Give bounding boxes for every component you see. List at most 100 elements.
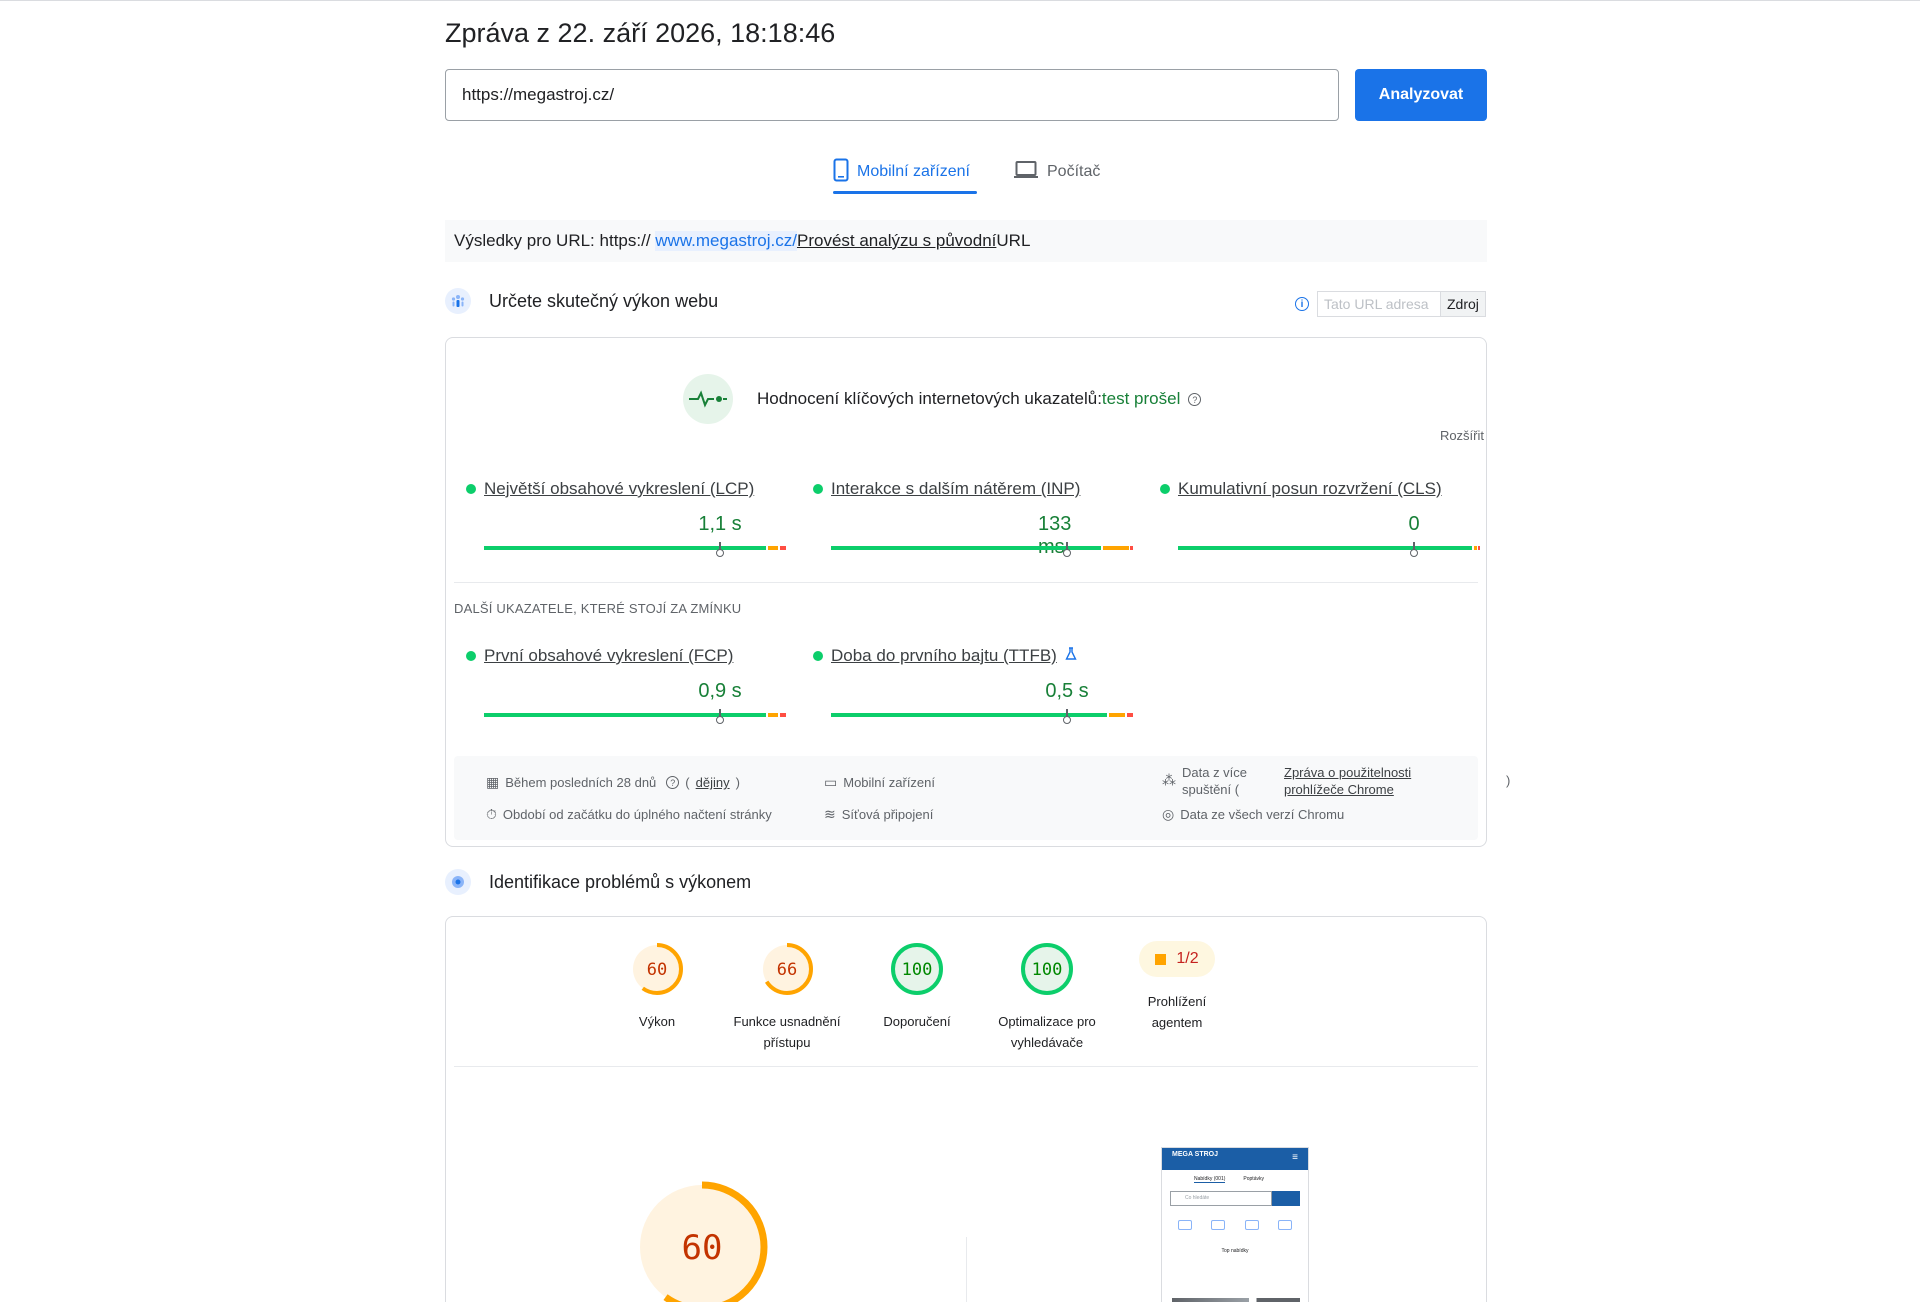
tab-desktop-label: Počítač [1047,163,1101,180]
results-url-bar: Výsledky pro URL: https:// www.megastroj… [445,220,1487,262]
average-square-icon [1155,953,1167,965]
preview-tab-requests: Poptávky [1243,1176,1264,1182]
top-border [0,0,1920,1]
tab-mobile[interactable]: Mobilní zařízení [833,150,970,194]
cwv-label: Hodnocení klíčových internetových ukazat… [757,389,1102,408]
gauge-best-practices[interactable]: 100 Doporučení [852,941,982,1032]
gauge-best-practices-score: 100 [902,960,933,980]
reanalyze-original-link[interactable]: Provést analýzu s původní [797,231,996,251]
period-text: Během posledních 28 dnů [505,775,657,790]
gauge-performance-label: Výkon [638,1014,676,1029]
source-url-option[interactable]: Tato URL adresa [1318,292,1440,316]
cwv-assessment-text: Hodnocení klíčových internetových ukazat… [757,389,1202,409]
metric-cls-bar [1178,546,1480,550]
field-data-card: Hodnocení klíčových internetových ukazat… [445,337,1510,847]
network-text: Síťová připojení [841,807,934,822]
chrome-ux-report-link[interactable]: Zpráva o použitelnosti prohlížeče Chrome [1284,764,1444,798]
help-icon[interactable]: ? [1188,393,1202,407]
agent-browsing[interactable]: 1/2 Prohlížení agentem [1112,917,1242,1033]
pass-dot-icon [466,651,476,661]
results-suffix: URL [996,231,1031,250]
lab-section-title: Identifikace problémů s výkonem [489,871,752,892]
history-link[interactable]: dějiny [696,775,730,790]
metric-cls-marker [1410,542,1418,557]
metric-fcp-marker [716,709,724,724]
tractor-icon [1244,1220,1259,1230]
gauge-performance-score: 60 [647,960,667,980]
metric-fcp-value: 0,9 s [698,680,742,702]
source-switch[interactable]: Tato URL adresa Zdroj [1317,291,1486,317]
machine-icon [1278,1220,1293,1230]
metric-ttfb-bar [831,713,1133,717]
gauge-accessibility[interactable]: 66 Funkce usnadnění přístupu [722,941,852,1053]
metric-lcp-name[interactable]: Největší obsahové vykreslení (LCP) [484,479,754,499]
metric-ttfb: Doba do prvního bajtu (TTFB) 0,5 s [813,646,1133,724]
metric-ttfb-name[interactable]: Doba do prvního bajtu (TTFB) [831,646,1057,666]
metric-inp: Interakce s dalším nátěrem (INP) 133 ms [813,479,1133,558]
pass-dot-icon [813,484,823,494]
help-icon[interactable]: ? [666,776,680,789]
tab-mobile-label: Mobilní zařízení [857,163,970,180]
vertical-divider [966,1237,967,1302]
tab-desktop[interactable]: Počítač [1013,150,1100,194]
tools-icon [1211,1220,1226,1230]
metric-cls: Kumulativní posun rozvržení (CLS) 0 [1160,479,1480,557]
pulse-icon [683,374,733,424]
device-tabs: Mobilní zařízení Počítač [445,150,1487,195]
results-scheme: https:// [599,231,651,250]
preview-brand: MEGA STROJ [1172,1151,1219,1158]
wifi-icon: ≋ [824,806,836,822]
active-tab-indicator [833,191,977,194]
people-icon [445,288,471,314]
info-icon[interactable]: i [1295,297,1309,311]
source-toggle: i Tato URL adresa Zdroj [1295,291,1486,317]
big-gauge-score: 60 [682,1228,723,1268]
field-data-info: ▦ Během posledních 28 dnů ? (dějiny) ⏱ O… [454,756,1510,840]
cwv-status: test prošel [1101,389,1181,408]
stopwatch-icon: ⏱ [486,806,497,822]
agent-browsing-pill: 1/2 [1139,941,1215,977]
metric-ttfb-marker [1063,709,1071,724]
phone-icon [833,158,849,187]
hamburger-icon: ≡ [1292,1152,1298,1163]
metric-inp-name[interactable]: Interakce s dalším nátěrem (INP) [831,479,1080,499]
analyze-button[interactable]: Analyzovat [1355,69,1487,121]
lab-data-card: 60 Výkon 66 Funkce usnadnění přístupu 10… [445,916,1487,1302]
gauge-accessibility-score: 66 [777,960,797,980]
gauge-seo[interactable]: 100 Optimalizace pro vyhledávače [982,941,1112,1053]
chrome-icon: ◎ [1162,806,1175,822]
metric-inp-marker [1063,542,1071,557]
gauge-accessibility-label: Funkce usnadnění přístupu [733,1014,841,1050]
metric-lcp-marker [716,542,724,557]
results-prefix: Výsledky pro URL: [454,231,595,250]
metric-fcp-bar [484,713,786,717]
source-origin-option[interactable]: Zdroj [1440,292,1485,316]
metric-lcp-value: 1,1 s [698,513,742,535]
metric-cls-name[interactable]: Kumulativní posun rozvržení (CLS) [1178,479,1442,499]
gauge-seo-score: 100 [1032,960,1063,980]
preview-section-title: Top nabídky [1221,1248,1249,1254]
metric-inp-bar [831,546,1133,550]
versions-text: Data ze všech verzí Chromu [1180,807,1345,822]
lab-section-header: Identifikace problémů s výkonem [445,869,751,895]
url-input[interactable] [445,69,1339,121]
gauge-seo-label: Optimalizace pro vyhledávače [998,1014,1096,1050]
metric-fcp-name[interactable]: První obsahové vykreslení (FCP) [484,646,733,666]
pass-dot-icon [1160,484,1170,494]
pass-dot-icon [466,484,476,494]
preview-search: Co hledáte [1170,1191,1272,1206]
field-section-header: Určete skutečný výkon webu [445,288,718,314]
cwv-assessment: Hodnocení klíčových internetových ukazat… [683,374,1202,424]
preview-image-strip [1172,1298,1300,1302]
gauge-performance[interactable]: 60 Výkon [592,941,722,1032]
other-metrics-heading: DALŠÍ UKAZATELE, KTERÉ STOJÍ ZA ZMÍNKU [454,601,742,616]
metric-lcp-bar [484,546,786,550]
pass-dot-icon [813,651,823,661]
truck-icon [1177,1220,1192,1230]
samples-suffix: ) [1506,773,1511,788]
lab-icon [445,869,471,895]
expand-button[interactable]: Rozšířit [1440,428,1484,443]
preview-search-button [1272,1191,1300,1206]
results-url-link[interactable]: www.megastroj.cz/ [655,231,797,251]
metric-ttfb-value: 0,5 s [1045,680,1089,702]
